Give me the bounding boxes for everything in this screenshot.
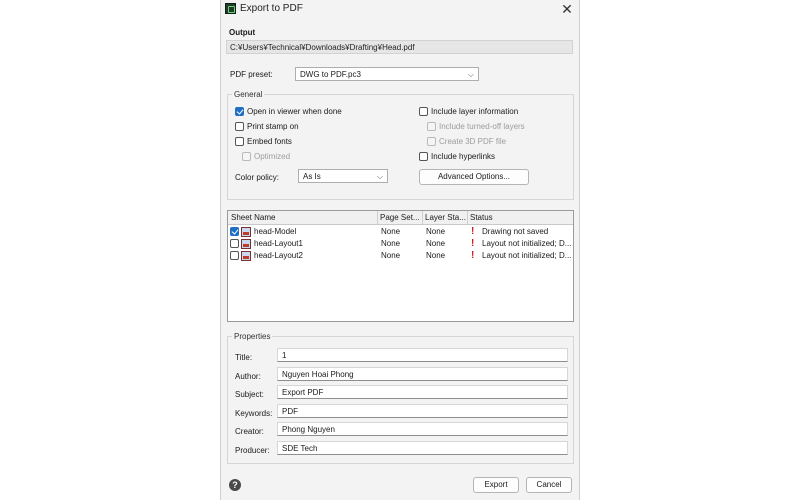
- status-text: Layout not initialized; D...: [482, 239, 572, 248]
- author-label: Author:: [235, 372, 261, 381]
- checkbox-disabled-icon: [427, 137, 436, 146]
- page-setup: None: [381, 227, 401, 236]
- column-header-sheet-name[interactable]: Sheet Name: [231, 213, 377, 222]
- column-header-status[interactable]: Status: [470, 213, 570, 222]
- cancel-button[interactable]: Cancel: [526, 477, 572, 493]
- window-title: Export to PDF: [240, 3, 303, 14]
- output-path-field[interactable]: C:¥Users¥Technical¥Downloads¥Drafting¥He…: [226, 40, 573, 54]
- sheet-icon: [241, 251, 251, 261]
- table-row[interactable]: head-Model None None ! Drawing not saved: [228, 226, 573, 238]
- sheet-list-table: Sheet Name Page Set... Layer Sta... Stat…: [227, 210, 574, 322]
- output-label: Output: [229, 28, 256, 37]
- producer-field[interactable]: SDE Tech: [277, 441, 568, 455]
- sheet-icon: [241, 227, 251, 237]
- print-stamp-label: Print stamp on: [247, 122, 299, 131]
- sheet-icon: [241, 239, 251, 249]
- color-policy-dropdown[interactable]: As Is ⌵: [298, 169, 388, 183]
- properties-group: Properties Title: 1 Author: Nguyen Hoai …: [227, 332, 574, 464]
- title-label: Title:: [235, 353, 253, 362]
- checkbox-icon: [235, 137, 244, 146]
- include-hyperlinks-label: Include hyperlinks: [431, 152, 496, 161]
- column-header-page-setup[interactable]: Page Set...: [380, 213, 422, 222]
- pdf-preset-label: PDF preset:: [230, 70, 273, 79]
- table-row[interactable]: head-Layout2 None None ! Layout not init…: [228, 250, 573, 262]
- checkbox-icon[interactable]: [230, 251, 239, 260]
- color-policy-label: Color policy:: [235, 173, 280, 182]
- table-header: Sheet Name Page Set... Layer Sta... Stat…: [228, 211, 573, 225]
- checkbox-disabled-icon: [427, 122, 436, 131]
- export-to-pdf-dialog: Export to PDF ✕ Output C:¥Users¥Technica…: [220, 0, 580, 500]
- open-in-viewer-label: Open in viewer when done: [247, 107, 342, 116]
- general-group-title: General: [232, 90, 265, 99]
- app-logo-icon: [225, 3, 236, 14]
- sheet-name: head-Layout1: [254, 239, 303, 248]
- color-policy-value: As Is: [303, 172, 321, 181]
- layer-state: None: [426, 227, 446, 236]
- checkbox-disabled-icon: [242, 152, 251, 161]
- layer-state: None: [426, 251, 446, 260]
- keywords-field[interactable]: PDF: [277, 404, 568, 418]
- include-turned-off-layers-label: Include turned-off layers: [439, 122, 525, 131]
- page-setup: None: [381, 251, 401, 260]
- advanced-options-button[interactable]: Advanced Options...: [419, 169, 529, 185]
- warning-icon: !: [471, 226, 475, 237]
- properties-group-title: Properties: [232, 332, 273, 341]
- producer-label: Producer:: [235, 446, 270, 455]
- close-button[interactable]: ✕: [559, 1, 575, 17]
- chevron-down-icon: ⌵: [467, 70, 474, 79]
- author-field[interactable]: Nguyen Hoai Phong: [277, 367, 568, 381]
- sheet-name: head-Layout2: [254, 251, 303, 260]
- title-field[interactable]: 1: [277, 348, 568, 362]
- checkbox-icon: [419, 152, 428, 161]
- chevron-down-icon: ⌵: [376, 172, 383, 181]
- creator-label: Creator:: [235, 427, 264, 436]
- creator-field[interactable]: Phong Nguyen: [277, 422, 568, 436]
- checkbox-icon[interactable]: [230, 239, 239, 248]
- checkbox-checked-icon[interactable]: [230, 227, 239, 236]
- warning-icon: !: [471, 238, 475, 249]
- checkbox-icon: [419, 107, 428, 116]
- subject-label: Subject:: [235, 390, 264, 399]
- optimized-label: Optimized: [254, 152, 291, 161]
- subject-field[interactable]: Export PDF: [277, 385, 568, 399]
- column-header-layer-state[interactable]: Layer Sta...: [425, 213, 467, 222]
- export-button[interactable]: Export: [473, 477, 519, 493]
- pdf-preset-dropdown[interactable]: DWG to PDF.pc3 ⌵: [295, 67, 479, 81]
- page-setup: None: [381, 239, 401, 248]
- warning-icon: !: [471, 250, 475, 261]
- status-text: Drawing not saved: [482, 227, 549, 236]
- pdf-preset-value: DWG to PDF.pc3: [300, 70, 361, 79]
- checkbox-checked-icon: [235, 107, 244, 116]
- title-bar: Export to PDF ✕: [221, 0, 579, 18]
- status-text: Layout not initialized; D...: [482, 251, 572, 260]
- create-3d-pdf-label: Create 3D PDF file: [439, 137, 507, 146]
- table-row[interactable]: head-Layout1 None None ! Layout not init…: [228, 238, 573, 250]
- help-icon[interactable]: ?: [229, 479, 241, 491]
- sheet-name: head-Model: [254, 227, 297, 236]
- general-group: General Open in viewer when done Print s…: [227, 90, 574, 200]
- checkbox-icon: [235, 122, 244, 131]
- embed-fonts-label: Embed fonts: [247, 137, 292, 146]
- include-layer-info-label: Include layer information: [431, 107, 519, 116]
- layer-state: None: [426, 239, 446, 248]
- keywords-label: Keywords:: [235, 409, 273, 418]
